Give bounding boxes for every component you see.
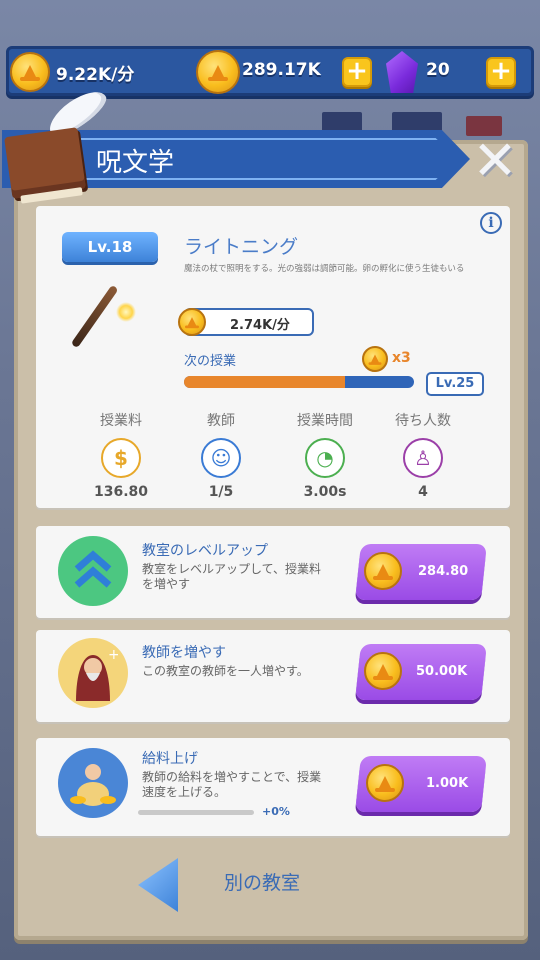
- upgrade-description: を増やす: [142, 577, 191, 591]
- clock-icon: ◔: [305, 438, 345, 478]
- salary-icon: [58, 748, 128, 818]
- dollar-icon: $: [101, 438, 141, 478]
- add-gems-button[interactable]: +: [486, 57, 516, 87]
- person-icon: ♙: [403, 438, 443, 478]
- level-progress-fill: [184, 376, 345, 388]
- background-window: [392, 112, 442, 132]
- income-coin-icon: [10, 52, 50, 92]
- add-coins-button[interactable]: +: [342, 57, 372, 87]
- upgrade-price[interactable]: 284.80: [418, 564, 468, 579]
- income-rate: 9.22K/分: [56, 65, 135, 85]
- multiplier-coin-icon: [362, 346, 388, 372]
- price-coin-icon: [366, 764, 404, 802]
- stat-value: 1/5: [208, 484, 234, 500]
- price-coin-icon: [364, 552, 402, 590]
- upgrade-title: 給料上げ: [142, 751, 198, 767]
- upgrade-title: 教師を増やす: [142, 645, 226, 661]
- stat-label: 授業時間: [297, 413, 353, 429]
- salary-bonus: +0%: [262, 805, 290, 818]
- next-lesson-label: 次の授業: [184, 354, 237, 369]
- background-window: [322, 112, 362, 132]
- upgrade-description: 教師の給料を増やすことで、授業: [142, 770, 322, 784]
- upgrade-description: この教室の教師を一人増やす。: [142, 664, 309, 678]
- skill-name: ライトニング: [184, 236, 299, 258]
- teacher-icon: ☺: [201, 438, 241, 478]
- chevrons-up-icon: [74, 550, 112, 588]
- stat-value: 4: [418, 484, 428, 500]
- multiplier: x3: [392, 350, 411, 366]
- level-badge: Lv.18: [62, 232, 158, 262]
- income-per-minute: 2.74K/分: [230, 318, 290, 333]
- stat-teachers: 教師 ☺ 1/5: [166, 410, 276, 500]
- level-up-icon: [58, 536, 128, 606]
- stat-lesson-time: 授業時間 ◔ 3.00s: [270, 410, 380, 500]
- upgrade-description: 教室をレベルアップして、授業料: [142, 562, 322, 576]
- upgrade-price[interactable]: 1.00K: [426, 776, 468, 791]
- stat-tuition: 授業料 $ 136.80: [66, 410, 176, 500]
- sparkle-icon: [116, 302, 136, 322]
- price-coin-icon: [364, 652, 402, 690]
- svg-text:+: +: [108, 647, 118, 663]
- money-bag-icon: [70, 764, 116, 806]
- stat-waiting: 待ち人数 ♙ 4: [368, 410, 478, 500]
- close-button[interactable]: ✕: [470, 134, 520, 188]
- teacher-avatar-icon: +: [76, 647, 118, 701]
- upgrade-description: 速度を上げる。: [142, 785, 227, 799]
- coin-balance: 289.17K: [242, 60, 321, 80]
- stat-value: 3.00s: [303, 484, 347, 500]
- upgrade-price[interactable]: 50.00K: [416, 664, 467, 679]
- stat-label: 教師: [207, 413, 235, 429]
- info-icon[interactable]: i: [480, 212, 502, 234]
- coin-icon: [196, 50, 240, 94]
- page-title: 呪文学: [96, 148, 175, 178]
- other-classroom-button[interactable]: 別の教室: [224, 868, 300, 895]
- gem-balance: 20: [426, 60, 450, 80]
- book-icon: [4, 127, 86, 199]
- next-level-badge: Lv.25: [426, 372, 484, 396]
- salary-progress-bar: [138, 810, 254, 815]
- rate-coin-icon: [178, 308, 206, 336]
- upgrade-title: 教室のレベルアップ: [142, 543, 268, 559]
- stat-label: 待ち人数: [395, 413, 451, 429]
- level-progress-bar: [184, 376, 414, 388]
- skill-description: 魔法の杖で照明をする。光の強弱は調節可能。卵の孵化に使う生徒もいる: [184, 264, 465, 274]
- stat-label: 授業料: [100, 413, 142, 429]
- teacher-portrait-icon: +: [58, 638, 128, 708]
- stat-value: 136.80: [93, 484, 149, 500]
